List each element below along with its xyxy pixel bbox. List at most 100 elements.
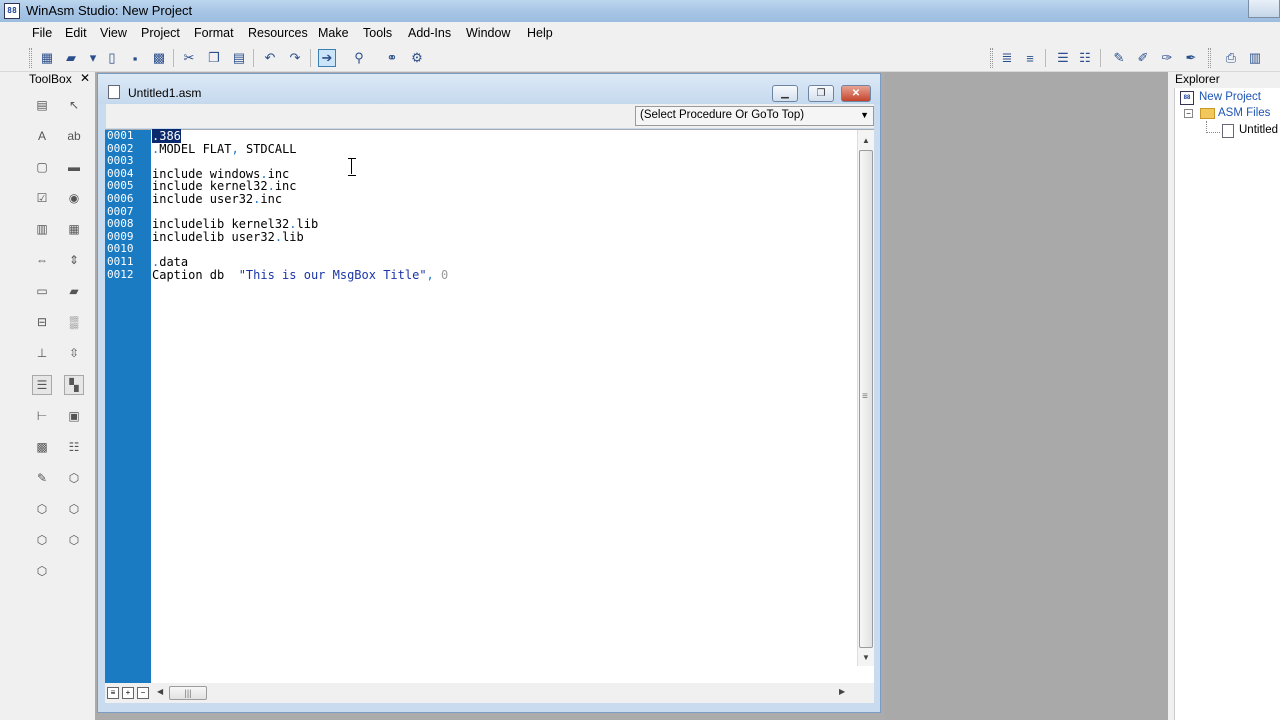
restore-button[interactable]: ❐ [808,85,834,102]
editor-title-bar[interactable]: Untitled1.asm ▁ ❐ ✕ [98,74,880,104]
close-icon[interactable]: ✕ [80,71,90,85]
toolbar-tool-icon[interactable]: ⊢ [32,406,52,426]
listbox-tool-icon[interactable]: ▦ [64,219,84,239]
copy-icon[interactable]: ❐ [205,49,223,67]
procedure-select[interactable]: (Select Procedure Or GoTo Top) ▼ [635,106,874,126]
line-numbers-toggle-icon[interactable]: ≡ [107,687,119,699]
custom-tool-icon[interactable]: ⬡ [32,499,52,519]
menu-file[interactable]: File [32,26,52,40]
pointer-tool-icon[interactable]: ↖ [64,95,84,115]
find-next-icon[interactable]: ⚲ [350,49,368,67]
animate-tool-icon[interactable]: ▩ [32,437,52,457]
ipaddress-tool-icon[interactable]: ✎ [32,468,52,488]
menu-window[interactable]: Window [466,26,510,40]
custom-tool-icon[interactable]: ⬡ [64,530,84,550]
vertical-scrollbar[interactable]: ▲ ▼ [857,130,874,666]
collapse-all-icon[interactable]: − [137,687,149,699]
toolbox-panel: ▤ ↖ A ab ▢ ▬ ☑ ◉ ▥ ▦ ⇔ ⇕ ▭ ▰ ⊟ ▒ ⊥ ⇳ ☰ ▚… [27,88,94,720]
bookmark-next-icon[interactable]: ✐ [1134,49,1152,67]
toolbar-grip[interactable] [29,48,32,68]
save-icon[interactable]: ▪ [126,49,144,67]
custom-tool-icon[interactable]: ⬡ [32,561,52,581]
bookmark-toggle-icon[interactable]: ✎ [1110,49,1128,67]
richedit-tool-icon[interactable]: ☰ [32,375,52,395]
app-icon[interactable]: 88 [4,3,20,19]
code-line[interactable]: include user32.inc [152,193,282,206]
menu-tools[interactable]: Tools [363,26,392,40]
menu-resources[interactable]: Resources [248,26,308,40]
tree-item-project[interactable]: New Project [1199,91,1261,103]
minimize-button[interactable]: ▁ [772,85,798,102]
custom-tool-icon[interactable]: ⬡ [64,499,84,519]
menu-format[interactable]: Format [194,26,234,40]
scroll-left-icon[interactable]: ◀ [157,687,163,696]
uncomment-block-icon[interactable]: ☷ [1076,49,1094,67]
close-button[interactable]: ✕ [841,85,871,102]
code-line[interactable]: .data [152,256,188,269]
listview-tool-icon[interactable]: ▒ [64,312,84,332]
save-all-icon[interactable]: ▩ [150,49,168,67]
vertical-scroll-thumb[interactable] [859,150,873,648]
bookmark-prev-icon[interactable]: ✑ [1158,49,1176,67]
new-project-icon[interactable]: ▦ [38,49,56,67]
scroll-up-icon[interactable]: ▲ [858,133,874,149]
groupbox-tool-icon[interactable]: ▢ [32,157,52,177]
scroll-down-icon[interactable]: ▼ [858,650,874,666]
code-line[interactable]: .MODEL FLAT, STDCALL [152,142,297,156]
go-to-icon[interactable]: ➔ [318,49,336,67]
scroll-right-icon[interactable]: ▶ [839,687,845,696]
collapse-icon[interactable]: − [1184,109,1193,118]
code-editor[interactable]: 0001 0002 0003 0004 0005 0006 0007 0008 … [105,129,874,684]
treeview-tool-icon[interactable]: ⊟ [32,312,52,332]
find-icon[interactable]: ⚭ [383,49,401,67]
dialog-tool-icon[interactable]: ▤ [32,95,52,115]
menu-project[interactable]: Project [141,26,180,40]
statusbar-tool-icon[interactable]: ▚ [64,375,84,395]
menu-view[interactable]: View [100,26,127,40]
toolbar-grip[interactable] [1208,48,1211,68]
open-icon[interactable]: ▰ [62,49,80,67]
hscroll-tool-icon[interactable]: ⇔ [32,250,52,270]
horizontal-scroll-thumb[interactable]: ||| [169,686,207,700]
image-tool-icon[interactable]: ▣ [64,406,84,426]
button-tool-icon[interactable]: ▬ [64,157,84,177]
progress-tool-icon[interactable]: ▰ [64,281,84,301]
outdent-icon[interactable]: ≡ [1021,49,1039,67]
window-control-button[interactable] [1248,0,1280,18]
header-tool-icon[interactable]: ☷ [64,437,84,457]
trackbar-tool-icon[interactable]: ⊥ [32,343,52,363]
radio-tool-icon[interactable]: ◉ [64,188,84,208]
cut-icon[interactable]: ✂ [180,49,198,67]
checkbox-tool-icon[interactable]: ☑ [32,188,52,208]
code-line[interactable]: includelib kernel32.lib [152,218,318,231]
custom-tool-icon[interactable]: ⬡ [32,530,52,550]
toolbar-grip[interactable] [990,48,993,68]
menu-edit[interactable]: Edit [65,26,87,40]
window-list-icon[interactable]: ▥ [1246,49,1264,67]
dropdown-arrow-icon[interactable]: ▾ [84,49,102,67]
static-text-tool-icon[interactable]: A [32,126,52,146]
print-icon[interactable]: ⎙ [1222,49,1240,67]
tree-item-asm-files[interactable]: ASM Files [1218,107,1270,119]
combobox-tool-icon[interactable]: ▥ [32,219,52,239]
tab-tool-icon[interactable]: ▭ [32,281,52,301]
menu-make[interactable]: Make [318,26,349,40]
paste-icon[interactable]: ▤ [230,49,248,67]
tree-item-untitled[interactable]: Untitled [1239,124,1278,136]
redo-icon[interactable]: ↷ [286,49,304,67]
vscroll-tool-icon[interactable]: ⇕ [64,250,84,270]
updown-tool-icon[interactable]: ⇳ [64,343,84,363]
menu-help[interactable]: Help [527,26,553,40]
replace-icon[interactable]: ⚙ [408,49,426,67]
code-line[interactable]: Caption db "This is our MsgBox Title", 0 [152,268,448,282]
new-file-icon[interactable]: ▯ [103,49,121,67]
indent-icon[interactable]: ≣ [998,49,1016,67]
bookmark-clear-icon[interactable]: ✒ [1182,49,1200,67]
menu-add-ins[interactable]: Add-Ins [408,26,451,40]
custom-tool-icon[interactable]: ⬡ [64,468,84,488]
code-line[interactable]: includelib user32.lib [152,230,304,244]
comment-block-icon[interactable]: ☰ [1054,49,1072,67]
undo-icon[interactable]: ↶ [261,49,279,67]
expand-all-icon[interactable]: + [122,687,134,699]
edit-tool-icon[interactable]: ab [64,126,84,146]
